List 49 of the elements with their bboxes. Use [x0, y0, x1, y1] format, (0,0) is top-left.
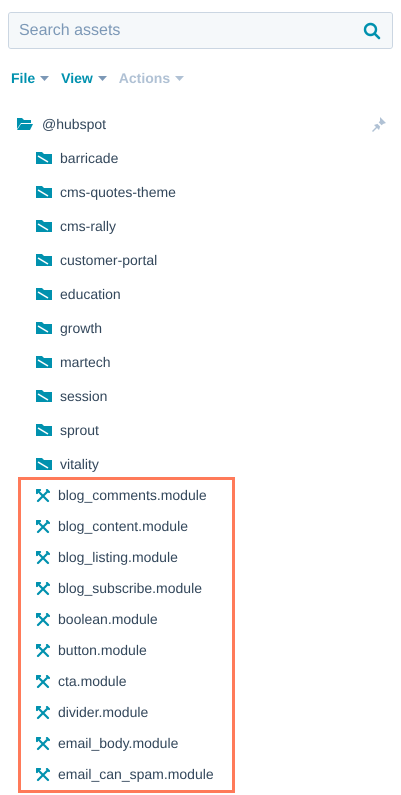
tools-icon: [36, 674, 50, 688]
folder-icon: [36, 423, 52, 437]
tools-icon: [36, 520, 50, 534]
tools-icon: [36, 706, 50, 720]
menu-button[interactable]: File: [11, 68, 50, 88]
folder-item[interactable]: cms-rally: [60, 216, 116, 236]
folder-icon: [36, 287, 52, 301]
tools-icon: [36, 612, 50, 626]
module-item[interactable]: cta.module: [58, 671, 126, 692]
tools-icon: [36, 768, 50, 782]
tools-icon: [36, 550, 50, 564]
folder-icon: [36, 219, 52, 233]
folder-item[interactable]: sprout: [60, 420, 99, 440]
folder-item[interactable]: customer-portal: [60, 250, 158, 270]
folder-icon: [36, 457, 52, 471]
folder-icon: [36, 151, 52, 165]
folder-item[interactable]: session: [60, 386, 108, 406]
module-item[interactable]: blog_content.module: [58, 516, 188, 537]
folder-icon: [36, 355, 52, 369]
search-field[interactable]: Search assets: [8, 12, 393, 49]
menu-button[interactable]: View: [61, 68, 107, 88]
tools-icon: [36, 736, 50, 750]
module-item[interactable]: blog_comments.module: [58, 485, 207, 506]
folder-item[interactable]: @hubspot: [42, 114, 363, 134]
tools-icon: [36, 644, 50, 658]
module-item[interactable]: email_can_spam.module: [58, 764, 214, 785]
module-item[interactable]: divider.module: [58, 702, 148, 723]
folder-item[interactable]: growth: [60, 318, 102, 338]
caret-icon: [98, 76, 107, 80]
caret-icon: [40, 76, 50, 80]
pin-off-icon[interactable]: [371, 116, 387, 132]
folder-icon: [36, 253, 52, 267]
tools-icon: [36, 582, 50, 596]
module-item[interactable]: boolean.module: [58, 609, 158, 630]
folder-item[interactable]: cms-quotes-theme: [60, 182, 176, 202]
folder-item[interactable]: education: [60, 284, 121, 304]
module-item[interactable]: button.module: [58, 640, 147, 661]
folder-item[interactable]: martech: [60, 352, 111, 372]
module-item[interactable]: blog_listing.module: [58, 547, 178, 568]
folder-item[interactable]: barricade: [60, 148, 118, 168]
folder-icon: [36, 321, 52, 335]
module-item[interactable]: blog_subscribe.module: [58, 578, 202, 599]
module-item[interactable]: email_body.module: [58, 733, 178, 754]
folder-icon: [36, 185, 52, 199]
folder-icon: [36, 389, 52, 403]
caret-icon: [175, 76, 184, 80]
search-icon[interactable]: [363, 22, 381, 40]
folder-item[interactable]: vitality: [60, 454, 99, 474]
tools-icon: [36, 488, 50, 502]
